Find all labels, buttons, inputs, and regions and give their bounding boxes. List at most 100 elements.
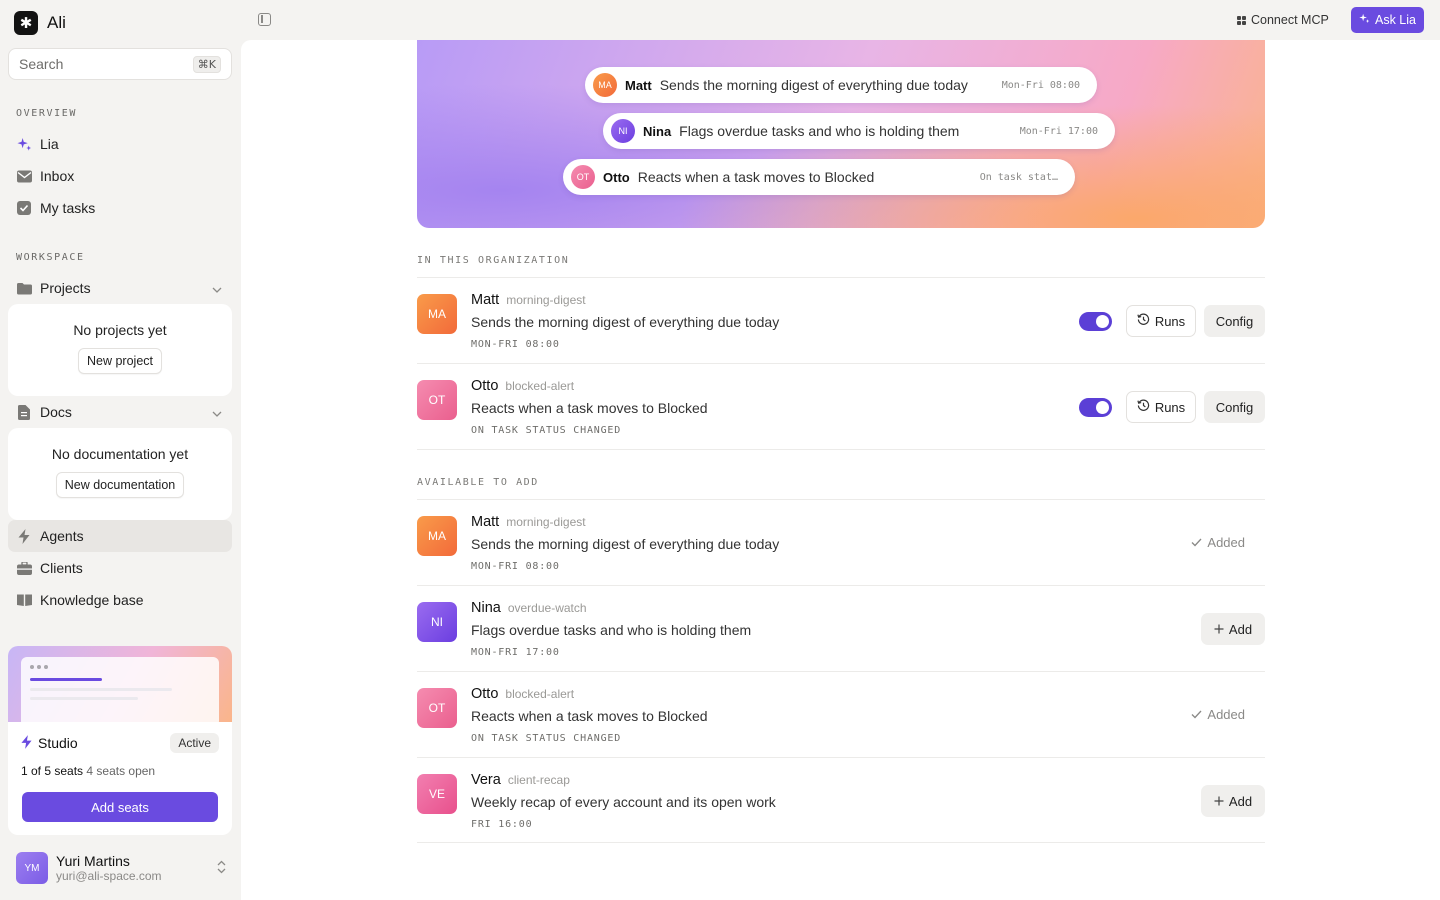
app-name: Ali xyxy=(47,13,66,32)
user-menu[interactable]: YM Yuri Martins yuri@ali-space.com xyxy=(16,850,226,886)
connect-mcp-label: Connect MCP xyxy=(1251,13,1329,27)
agent-name: Vera xyxy=(471,772,501,788)
workspace-section-label: WORKSPACE xyxy=(16,252,85,263)
document-icon xyxy=(16,404,32,420)
agent-row: NI Nina overdue-watch Flags overdue task… xyxy=(417,585,1265,671)
chevron-down-icon[interactable] xyxy=(212,280,222,296)
sidebar-item-projects[interactable]: Projects xyxy=(8,272,232,304)
added-status: Added xyxy=(1191,707,1245,722)
hero-agent-name: Nina xyxy=(643,123,672,139)
avatar: MA xyxy=(417,516,457,556)
chevron-down-icon[interactable] xyxy=(212,404,222,420)
agent-enabled-toggle[interactable] xyxy=(1079,312,1112,331)
agent-slug: morning-digest xyxy=(506,293,586,307)
sidebar-item-label: Inbox xyxy=(40,168,75,184)
book-icon xyxy=(16,592,32,608)
agent-name: Matt xyxy=(471,292,500,308)
new-project-button[interactable]: New project xyxy=(78,348,162,374)
agent-name: Nina xyxy=(471,600,501,616)
hero-agent-schedule: Mon-Fri 17:00 xyxy=(1019,125,1098,137)
agent-title: Nina overdue-watch xyxy=(471,600,587,616)
docs-empty-card: No documentation yet New documentation xyxy=(8,428,232,520)
hero-agent-schedule: On task stat… xyxy=(979,171,1058,183)
ask-lia-label: Ask Lia xyxy=(1375,13,1416,27)
sidebar-item-knowledge-base[interactable]: Knowledge base xyxy=(8,584,232,616)
sidebar-item-docs[interactable]: Docs xyxy=(8,396,232,428)
chevron-updown-icon xyxy=(217,860,226,877)
sidebar-item-label: Knowledge base xyxy=(40,592,144,608)
connect-mcp-button[interactable]: Connect MCP xyxy=(1237,13,1329,27)
hero-agent-name: Otto xyxy=(603,169,630,185)
sidebar-toggle-icon[interactable] xyxy=(258,13,271,26)
agents-hero-banner: MA Matt Sends the morning digest of ever… xyxy=(417,40,1265,228)
seats-summary: 1 of 5 seats 4 seats open xyxy=(21,764,155,778)
agent-schedule: ON TASK STATUS CHANGED xyxy=(471,425,622,436)
sidebar-item-clients[interactable]: Clients xyxy=(8,552,232,584)
agent-desc: Flags overdue tasks and who is holding t… xyxy=(471,622,752,638)
agent-slug: client-recap xyxy=(507,773,570,787)
config-button[interactable]: Config xyxy=(1204,391,1265,423)
search-placeholder: Search xyxy=(19,56,64,72)
docs-empty-text: No documentation yet xyxy=(51,446,189,462)
plan-card: Studio Active 1 of 5 seats 4 seats open … xyxy=(8,646,232,835)
history-icon xyxy=(1137,399,1150,415)
runs-button[interactable]: Runs xyxy=(1126,391,1196,423)
add-agent-button[interactable]: Add xyxy=(1201,613,1265,645)
user-name: Yuri Martins xyxy=(56,853,130,869)
agent-title: Matt morning-digest xyxy=(471,514,586,530)
agent-slug: overdue-watch xyxy=(507,601,587,615)
agent-slug: morning-digest xyxy=(506,515,586,529)
agent-enabled-toggle[interactable] xyxy=(1079,398,1112,417)
sidebar-item-inbox[interactable]: Inbox xyxy=(8,160,232,192)
plus-icon xyxy=(1214,794,1224,809)
sidebar-item-label: Lia xyxy=(40,136,59,152)
folder-icon xyxy=(16,280,32,296)
search-input[interactable]: Search ⌘K xyxy=(8,48,232,80)
runs-label: Runs xyxy=(1154,313,1186,329)
agent-desc: Weekly recap of every account and its op… xyxy=(471,794,776,810)
agent-name: Otto xyxy=(471,686,499,702)
hero-agent-desc: Reacts when a task moves to Blocked xyxy=(637,169,875,185)
agent-row: OT Otto blocked-alert Reacts when a task… xyxy=(417,671,1265,757)
agent-desc: Reacts when a task moves to Blocked xyxy=(471,708,708,724)
plan-name: Studio xyxy=(38,735,78,751)
avatar: NI xyxy=(611,119,635,143)
avatar: MA xyxy=(417,294,457,334)
check-icon xyxy=(1191,535,1202,550)
agent-title: Otto blocked-alert xyxy=(471,378,574,394)
sidebar-item-label: Docs xyxy=(40,404,72,420)
projects-empty-card: No projects yet New project xyxy=(8,304,232,396)
briefcase-icon xyxy=(16,560,32,576)
config-button[interactable]: Config xyxy=(1204,305,1265,337)
runs-button[interactable]: Runs xyxy=(1126,305,1196,337)
add-agent-button[interactable]: Add xyxy=(1201,785,1265,817)
plan-illustration xyxy=(8,646,232,727)
avatar: YM xyxy=(16,852,48,884)
plan-status-badge: Active xyxy=(170,733,219,753)
user-email: yuri@ali-space.com xyxy=(56,869,162,883)
add-label: Add xyxy=(1228,793,1253,809)
agent-schedule: MON-FRI 08:00 xyxy=(471,561,560,572)
brand[interactable]: ✱ Ali xyxy=(14,11,66,35)
avatar: OT xyxy=(417,380,457,420)
seats-open: 4 seats open xyxy=(86,764,156,778)
hero-agent-pill: MA Matt Sends the morning digest of ever… xyxy=(585,67,1097,103)
avatar: VE xyxy=(417,774,457,814)
hero-agent-pill: OT Otto Reacts when a task moves to Bloc… xyxy=(563,159,1075,195)
agent-desc: Sends the morning digest of everything d… xyxy=(471,314,780,330)
avatar: NI xyxy=(417,602,457,642)
sidebar-item-agents[interactable]: Agents xyxy=(8,520,232,552)
agent-name: Otto xyxy=(471,378,499,394)
add-seats-button[interactable]: Add seats xyxy=(22,792,218,822)
sidebar-item-my-tasks[interactable]: My tasks xyxy=(8,192,232,224)
new-documentation-button[interactable]: New documentation xyxy=(55,472,185,498)
ask-lia-button[interactable]: Ask Lia xyxy=(1351,7,1424,33)
sparkle-icon xyxy=(1359,13,1370,27)
mail-icon xyxy=(16,168,32,184)
sidebar-item-lia[interactable]: Lia xyxy=(8,128,232,160)
avatar: OT xyxy=(417,688,457,728)
agent-schedule: FRI 16:00 xyxy=(471,819,533,830)
agent-slug: blocked-alert xyxy=(505,687,575,701)
user-info: Yuri Martins yuri@ali-space.com xyxy=(56,853,209,883)
main-panel: MA Matt Sends the morning digest of ever… xyxy=(241,40,1440,900)
